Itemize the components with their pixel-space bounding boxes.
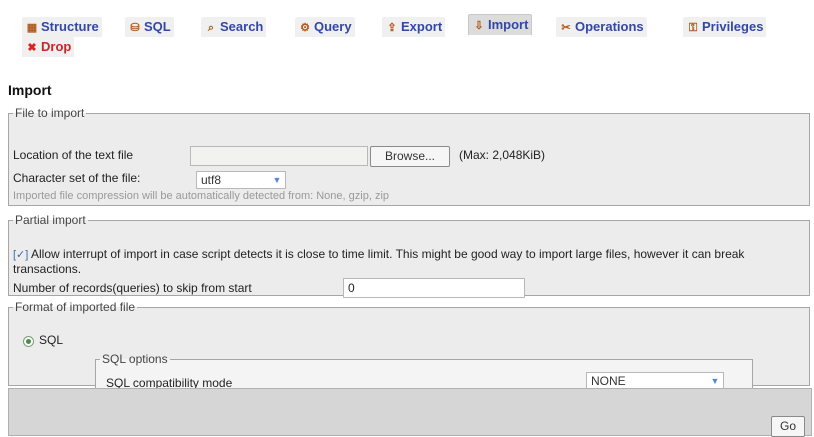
tab-import[interactable]: ⇩ Import xyxy=(468,14,533,35)
partial-import-legend: Partial import xyxy=(15,213,86,227)
partial-import-fieldset: Partial import [✓] Allow interrupt of im… xyxy=(8,213,810,298)
tab-label: Structure xyxy=(41,19,99,34)
skip-records-input[interactable]: 0 xyxy=(343,278,525,298)
tab-label: Drop xyxy=(41,39,72,54)
import-icon: ⇩ xyxy=(474,20,484,32)
tab-query[interactable]: ⚙ Query xyxy=(295,17,355,37)
file-to-import-legend: File to import xyxy=(15,106,85,120)
skip-label: Number of records(queries) to skip from … xyxy=(13,281,252,295)
tab-sql[interactable]: ⛁ SQL xyxy=(125,17,174,37)
form-footer: Go xyxy=(8,388,812,437)
compat-value: NONE xyxy=(591,374,626,388)
browse-button[interactable]: Browse... xyxy=(370,146,450,167)
charset-value: utf8 xyxy=(201,173,222,187)
tab-label: Export xyxy=(401,19,443,34)
tab-label: Operations xyxy=(575,19,644,34)
tab-privileges[interactable]: ⚿ Privileges xyxy=(683,17,767,37)
location-label: Location of the text file xyxy=(13,148,134,162)
interrupt-text: Allow interrupt of import in case script… xyxy=(13,247,745,276)
compression-note: Imported file compression will be automa… xyxy=(13,190,390,202)
chevron-down-icon: ▼ xyxy=(710,376,720,386)
sql-option-label: SQL xyxy=(39,333,64,347)
tab-drop[interactable]: ✖ Drop xyxy=(22,37,75,57)
tab-operations[interactable]: ✂ Operations xyxy=(556,17,647,37)
tab-label: Import xyxy=(488,17,529,32)
structure-icon: ▦ xyxy=(26,22,38,34)
privileges-icon: ⚿ xyxy=(688,22,698,34)
interrupt-checkbox[interactable]: [✓] xyxy=(13,249,28,261)
charset-select[interactable]: utf8 ▼ xyxy=(196,171,286,189)
sql-radio[interactable] xyxy=(23,336,34,347)
query-icon: ⚙ xyxy=(300,22,310,34)
tab-label: Search xyxy=(220,19,264,34)
export-icon: ⇪ xyxy=(387,22,397,34)
operations-icon: ✂ xyxy=(561,22,571,34)
tab-label: SQL xyxy=(144,19,171,34)
interrupt-option: [✓] Allow interrupt of import in case sc… xyxy=(13,247,803,276)
search-icon: ⌕ xyxy=(207,22,215,34)
chevron-down-icon: ▼ xyxy=(272,175,282,185)
tab-label: Query xyxy=(314,19,352,34)
file-to-import-fieldset: File to import Location of the text file… xyxy=(8,106,810,206)
charset-label: Character set of the file: xyxy=(13,171,141,185)
file-path-input[interactable] xyxy=(190,146,368,166)
tab-search[interactable]: ⌕ Search xyxy=(201,17,267,37)
drop-icon: ✖ xyxy=(27,42,37,54)
sql-icon: ⛁ xyxy=(130,22,140,34)
go-button[interactable]: Go xyxy=(771,416,805,437)
format-legend: Format of imported file xyxy=(15,300,136,314)
max-size-label: (Max: 2,048KiB) xyxy=(459,148,546,162)
tab-label: Privileges xyxy=(702,19,764,34)
sql-options-legend: SQL options xyxy=(102,352,168,366)
format-fieldset: Format of imported file SQL SQL options … xyxy=(8,300,810,400)
tab-export[interactable]: ⇪ Export xyxy=(382,17,446,37)
tab-bar: ▦ Structure ⛁ SQL ⌕ Search ⚙ Query ⇪ Export ⇩… xyxy=(0,0,814,72)
tab-structure[interactable]: ▦ Structure xyxy=(22,17,102,37)
page-title: Import xyxy=(8,82,52,98)
